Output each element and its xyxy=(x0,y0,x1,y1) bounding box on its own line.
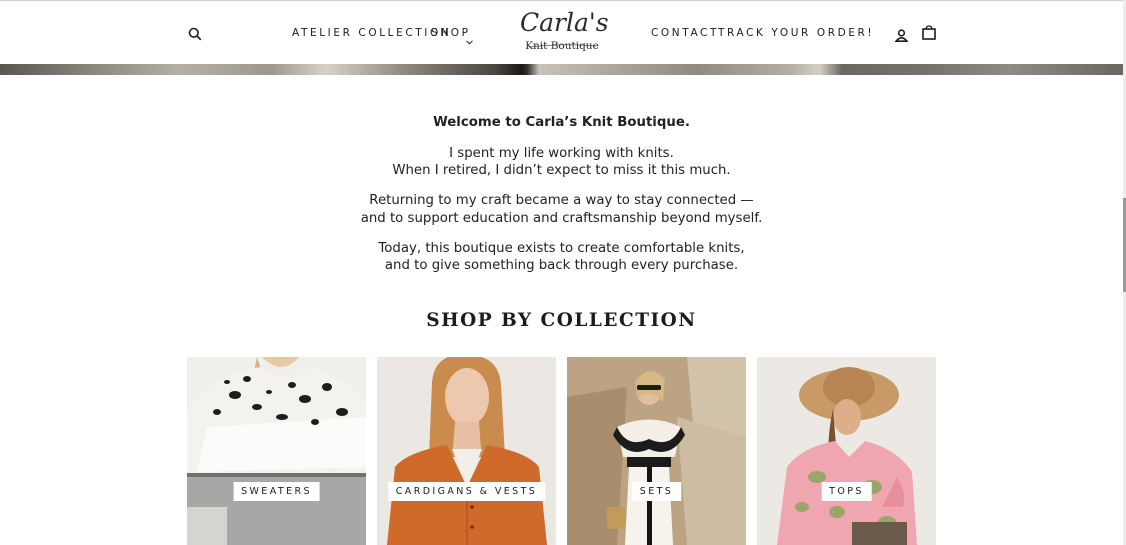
collection-tile-tops[interactable]: Tops xyxy=(757,357,936,545)
sweaters-image xyxy=(187,357,366,545)
collection-tile-sweaters[interactable]: Sweaters xyxy=(187,357,366,545)
nav-contact[interactable]: Contact xyxy=(651,27,719,39)
sets-image xyxy=(567,357,746,545)
intro-paragraph-3-line-1: Today, this boutique exists to create co… xyxy=(378,241,745,256)
shop-by-collection-title: SHOP BY COLLECTION xyxy=(426,310,697,331)
search-icon[interactable] xyxy=(188,26,202,41)
welcome-heading: Welcome to Carla’s Knit Boutique. xyxy=(433,115,690,130)
nav-track-order[interactable]: Track your order! xyxy=(718,27,874,39)
collection-label-cardigans-vests[interactable]: Cardigans & Vests xyxy=(387,482,546,501)
user-account-icon[interactable] xyxy=(894,27,909,42)
shopping-bag-icon[interactable] xyxy=(922,25,936,40)
intro-paragraph-1-line-1: I spent my life working with knits. xyxy=(449,146,674,161)
intro-paragraph-1-line-2: When I retired, I didn’t expect to miss … xyxy=(392,163,731,178)
intro-paragraph-2-line-1: Returning to my craft became a way to st… xyxy=(369,193,754,208)
site-header: Atelier Collection Shop Carla's Knit Bou… xyxy=(0,1,1123,64)
intro-paragraph-3-line-2: and to give something back through every… xyxy=(384,258,739,273)
logo-wordmark: Carla's xyxy=(520,8,609,37)
tops-image xyxy=(757,357,936,545)
collection-label-sweaters[interactable]: Sweaters xyxy=(233,482,320,501)
collection-label-sets[interactable]: Sets xyxy=(631,482,682,501)
cardigans-vests-image xyxy=(377,357,556,545)
collection-tile-cardigans-vests[interactable]: Cardigans & Vests xyxy=(377,357,556,545)
logo-tagline: Knit Boutique xyxy=(525,40,599,52)
collection-tile-sets[interactable]: Sets xyxy=(567,357,746,545)
intro-paragraph-2-line-2: and to support education and craftsmansh… xyxy=(360,211,763,226)
chevron-down-icon[interactable] xyxy=(466,30,473,45)
nav-atelier-collection[interactable]: Atelier Collection xyxy=(292,27,451,39)
collection-label-tops[interactable]: Tops xyxy=(821,482,872,501)
hero-image-strip xyxy=(0,64,1123,75)
nav-shop[interactable]: Shop xyxy=(431,27,471,39)
